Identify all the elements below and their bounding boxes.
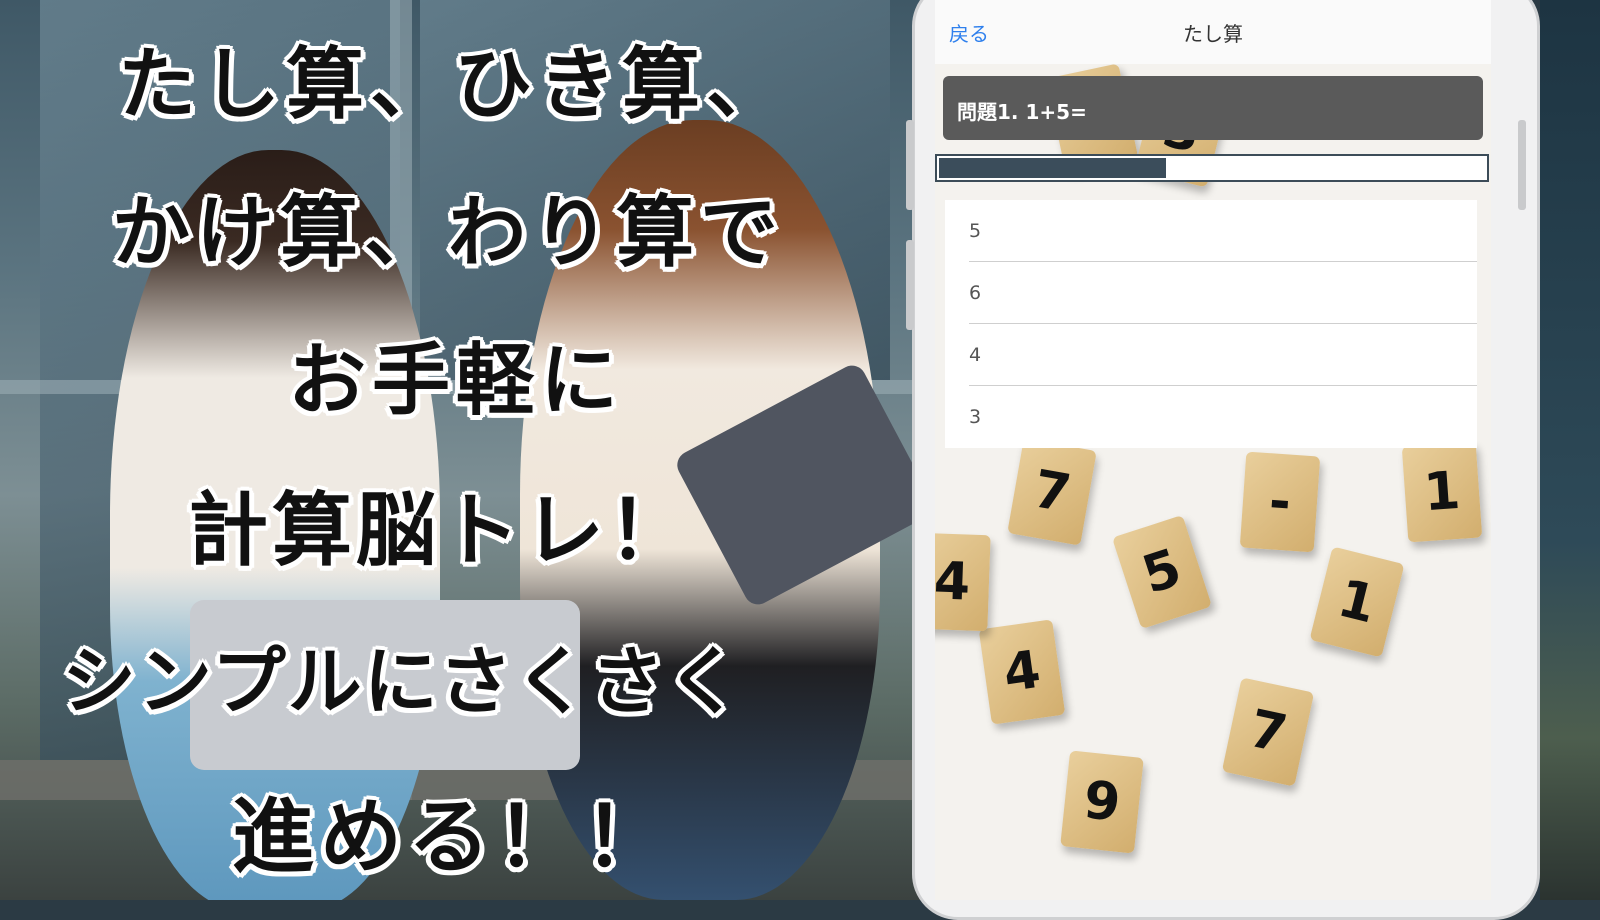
promo-line: たし算、ひき算、 [118, 40, 791, 130]
phone-side-button [906, 240, 914, 330]
answer-option[interactable]: 5 [945, 200, 1477, 262]
progress-bar [935, 154, 1489, 182]
answer-list: 5 6 4 3 [945, 200, 1477, 448]
question-banner: 問題1. 1+5= [943, 76, 1483, 140]
number-tile: 1 [1309, 546, 1405, 658]
answer-label: 4 [969, 344, 982, 366]
promo-line: シンプルにさくさく [62, 639, 743, 725]
promo-line: 進める！！ [232, 790, 673, 885]
answer-label: 3 [969, 406, 982, 428]
number-tile: 9 [1060, 750, 1144, 854]
answer-option[interactable]: 6 [945, 262, 1477, 324]
promo-line: お手軽に [288, 336, 625, 426]
answer-label: 6 [969, 282, 982, 304]
app-screen: 戻る たし算 1 3 4 5 1 7 9 1 4 - 7 問題1. 1+5= 5… [935, 0, 1491, 900]
number-tile: 7 [1007, 438, 1097, 546]
number-tile: - [1239, 451, 1321, 553]
progress-bar-fill [939, 158, 1166, 178]
number-tile: 7 [1221, 677, 1315, 787]
number-tile: 5 [1111, 514, 1213, 630]
number-tile: 4 [935, 532, 991, 632]
phone-side-button [1518, 120, 1526, 210]
number-tiles-background: 1 3 4 5 1 7 9 1 4 - 7 問題1. 1+5= 5 6 4 3 [935, 64, 1491, 900]
answer-option[interactable]: 4 [945, 324, 1477, 386]
question-text: 問題1. 1+5= [957, 100, 1087, 124]
answer-label: 5 [969, 220, 982, 242]
page-title: たし算 [1183, 22, 1243, 46]
promo-line: かけ算、わり算で [112, 188, 785, 278]
promo-line: 計算脳トレ！ [188, 484, 692, 577]
background-photo: たし算、ひき算、 かけ算、わり算で お手軽に 計算脳トレ！ シンプルにさくさく … [0, 0, 920, 900]
navigation-bar: 戻る たし算 [935, 0, 1491, 65]
number-tile: 1 [1401, 441, 1483, 543]
answer-option[interactable]: 3 [945, 386, 1477, 448]
number-tile: 4 [978, 619, 1066, 725]
phone-side-button [906, 120, 914, 210]
background-photo-edge [1540, 0, 1600, 900]
